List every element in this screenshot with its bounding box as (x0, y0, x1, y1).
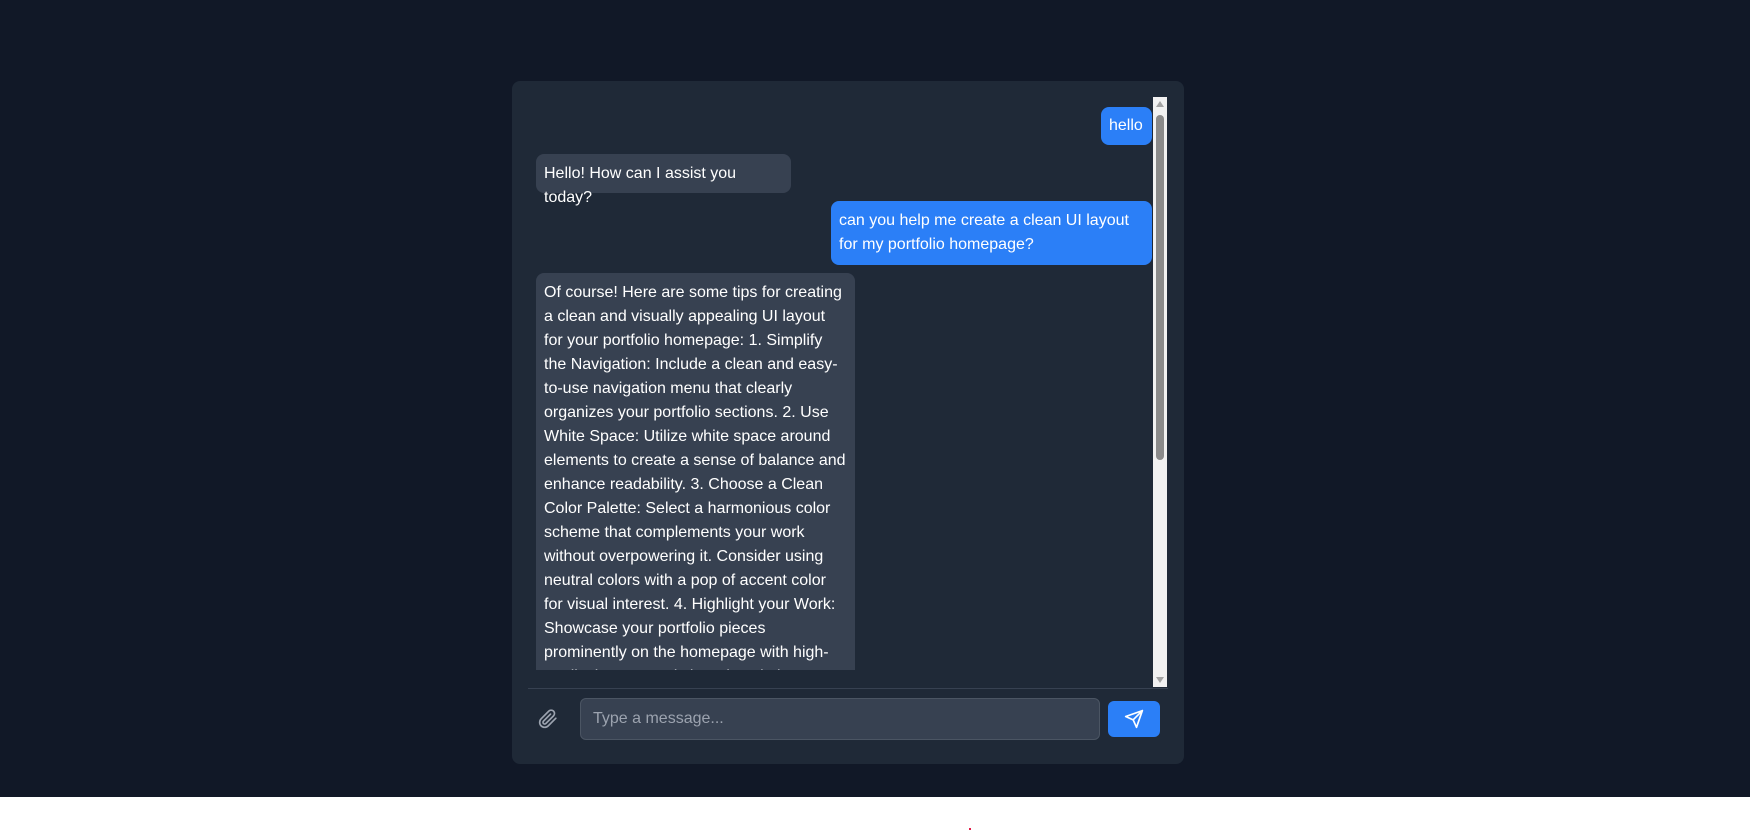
scroll-up-arrow-icon[interactable] (1156, 101, 1164, 107)
message-list[interactable]: hello Hello! How can I assist you today?… (528, 97, 1152, 670)
composer-divider (528, 688, 1168, 689)
attach-file-button[interactable] (533, 704, 563, 734)
paper-plane-icon (1124, 709, 1144, 729)
assistant-message: Hello! How can I assist you today? (536, 154, 791, 206)
user-message: can you help me create a clean UI layout… (831, 201, 1152, 265)
message-list-scrollbar[interactable] (1153, 97, 1167, 687)
scroll-thumb[interactable] (1156, 115, 1164, 460)
scroll-down-arrow-icon[interactable] (1156, 677, 1164, 683)
paperclip-icon (538, 709, 557, 729)
assistant-message: Of course! Here are some tips for creati… (536, 273, 855, 670)
send-button[interactable] (1108, 701, 1160, 737)
user-message: hello (1101, 107, 1152, 145)
chat-window: hello Hello! How can I assist you today?… (512, 81, 1184, 764)
stray-dot (969, 828, 971, 830)
message-input[interactable] (580, 698, 1100, 740)
